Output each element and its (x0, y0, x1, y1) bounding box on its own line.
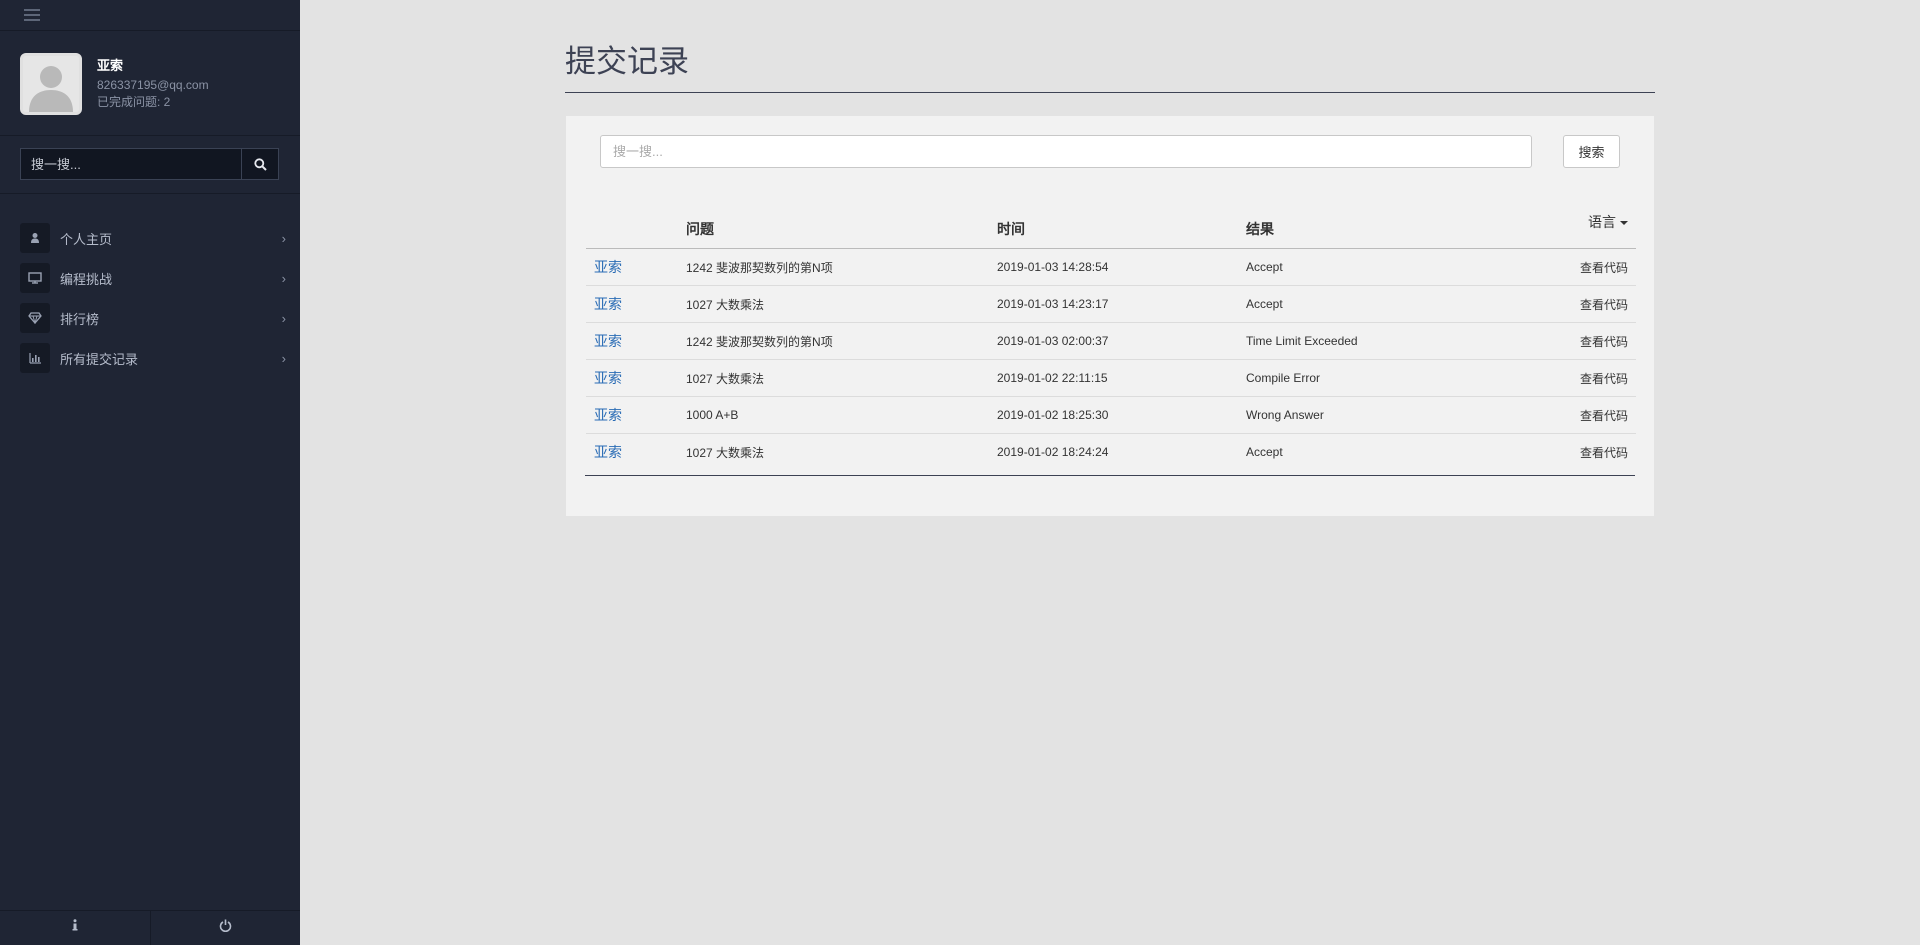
page-title: 提交记录 (565, 44, 689, 79)
sidebar-item-label: 编程挑战 (60, 271, 113, 287)
column-header-time: 时间 (997, 196, 1246, 249)
submissions-panel: 搜索 问题 时间 结果 语言 亚索1242 斐波那契数列的第N项2019-01-… (566, 116, 1654, 516)
chevron-right-icon: › (281, 350, 286, 366)
language-dropdown[interactable]: 语言 (1546, 196, 1636, 249)
user-profile: 亚索 826337195@qq.com 已完成问题: 2 (0, 31, 300, 136)
search-icon (253, 157, 267, 171)
sidebar-item-label: 排行榜 (60, 311, 100, 327)
view-code-link[interactable]: 查看代码 (1580, 372, 1628, 386)
table-row: 亚索 1000 A+B 2019-01-02 18:25:30 Wrong Answe… (586, 396, 1636, 434)
logout-button[interactable] (151, 911, 301, 945)
language-dropdown-label: 语言 (1588, 214, 1616, 230)
monitor-icon (20, 263, 50, 293)
menu-toggle-icon[interactable] (24, 9, 40, 21)
result-cell: Time Limit Exceeded (1246, 322, 1546, 360)
result-cell: Accept (1246, 248, 1546, 286)
table-row: 亚索 1027 大数乘法 2019-01-02 22:11:15 Compile Er… (586, 359, 1636, 397)
problem-cell: 1242 斐波那契数列的第N项 (686, 248, 997, 286)
profile-name: 亚索 (97, 58, 124, 73)
time-cell: 2019-01-02 22:11:15 (997, 359, 1246, 397)
table-row: 亚索 1242 斐波那契数列的第N项 2019-01-03 14:28:54 Acce… (586, 248, 1636, 286)
user-link[interactable]: 亚索 (594, 407, 622, 423)
sidebar-footer (0, 910, 300, 945)
sidebar-nav: 个人主页 › 编程挑战 › 排行榜 › 所有提交记录 › (0, 194, 300, 378)
user-link[interactable]: 亚索 (594, 259, 622, 275)
default-avatar-icon (23, 56, 79, 112)
result-cell: Accept (1246, 285, 1546, 323)
sidebar: 亚索 826337195@qq.com 已完成问题: 2 个人主页 › 编程挑战 (0, 0, 300, 945)
view-code-link[interactable]: 查看代码 (1580, 335, 1628, 349)
profile-email: 826337195@qq.com (97, 78, 209, 92)
submissions-search-input[interactable] (600, 135, 1532, 168)
problem-cell: 1027 大数乘法 (686, 359, 997, 397)
chevron-right-icon: › (281, 310, 286, 326)
user-link[interactable]: 亚索 (594, 444, 622, 460)
title-divider (565, 92, 1655, 93)
profile-solved-count: 已完成问题: 2 (97, 95, 171, 109)
time-cell: 2019-01-03 02:00:37 (997, 322, 1246, 360)
time-cell: 2019-01-03 14:28:54 (997, 248, 1246, 286)
sidebar-search-button[interactable] (242, 148, 279, 180)
problem-cell: 1027 大数乘法 (686, 285, 997, 323)
submissions-table: 问题 时间 结果 语言 亚索 1242 斐波那契数列的第N项 2019-01-03 … (586, 196, 1636, 470)
view-code-link[interactable]: 查看代码 (1580, 298, 1628, 312)
sidebar-search-input[interactable] (20, 148, 242, 180)
table-row: 亚索 1027 大数乘法 2019-01-03 14:23:17 Accept 查看代码 (586, 285, 1636, 323)
time-cell: 2019-01-03 14:23:17 (997, 285, 1246, 323)
column-header-result: 结果 (1246, 196, 1546, 249)
info-button[interactable] (0, 911, 151, 945)
avatar[interactable] (20, 53, 82, 115)
table-header-row: 问题 时间 结果 语言 (586, 196, 1636, 249)
table-row: 亚索 1027 大数乘法 2019-01-02 18:24:24 Accept 查看代码 (586, 434, 1636, 471)
time-cell: 2019-01-02 18:25:30 (997, 396, 1246, 434)
result-cell: Wrong Answer (1246, 396, 1546, 434)
diamond-icon (20, 303, 50, 333)
table-bottom-divider (585, 475, 1635, 476)
view-code-link[interactable]: 查看代码 (1580, 409, 1628, 423)
info-icon (72, 919, 78, 931)
user-link[interactable]: 亚索 (594, 370, 622, 386)
sidebar-topbar (0, 0, 300, 31)
sidebar-search (0, 136, 300, 194)
problem-cell: 1242 斐波那契数列的第N项 (686, 322, 997, 360)
profile-info: 亚索 826337195@qq.com 已完成问题: 2 (97, 53, 209, 115)
search-button[interactable]: 搜索 (1563, 135, 1620, 168)
sidebar-item-challenges[interactable]: 编程挑战 › (0, 258, 300, 298)
table-row: 亚索 1242 斐波那契数列的第N项 2019-01-03 02:00:37 Time… (586, 322, 1636, 360)
column-header-problem: 问题 (686, 196, 997, 249)
chevron-right-icon: › (281, 230, 286, 246)
user-icon (20, 223, 50, 253)
result-cell: Compile Error (1246, 359, 1546, 397)
sidebar-item-label: 个人主页 (60, 231, 113, 247)
sidebar-item-ranking[interactable]: 排行榜 › (0, 298, 300, 338)
user-link[interactable]: 亚索 (594, 296, 622, 312)
user-link[interactable]: 亚索 (594, 333, 622, 349)
view-code-link[interactable]: 查看代码 (1580, 446, 1628, 460)
result-cell: Accept (1246, 445, 1283, 459)
bar-chart-icon (20, 343, 50, 373)
sidebar-item-home[interactable]: 个人主页 › (0, 218, 300, 258)
column-header-user (586, 196, 686, 249)
sidebar-item-label: 所有提交记录 (60, 351, 139, 367)
problem-cell: 1000 A+B (686, 396, 997, 434)
time-cell: 2019-01-02 18:24:24 (997, 445, 1109, 459)
problem-cell: 1027 大数乘法 (686, 445, 765, 460)
view-code-link[interactable]: 查看代码 (1580, 261, 1628, 275)
caret-down-icon (1620, 221, 1628, 226)
chevron-right-icon: › (281, 270, 286, 286)
power-icon (219, 919, 232, 932)
sidebar-item-all-submissions[interactable]: 所有提交记录 › (0, 338, 300, 378)
